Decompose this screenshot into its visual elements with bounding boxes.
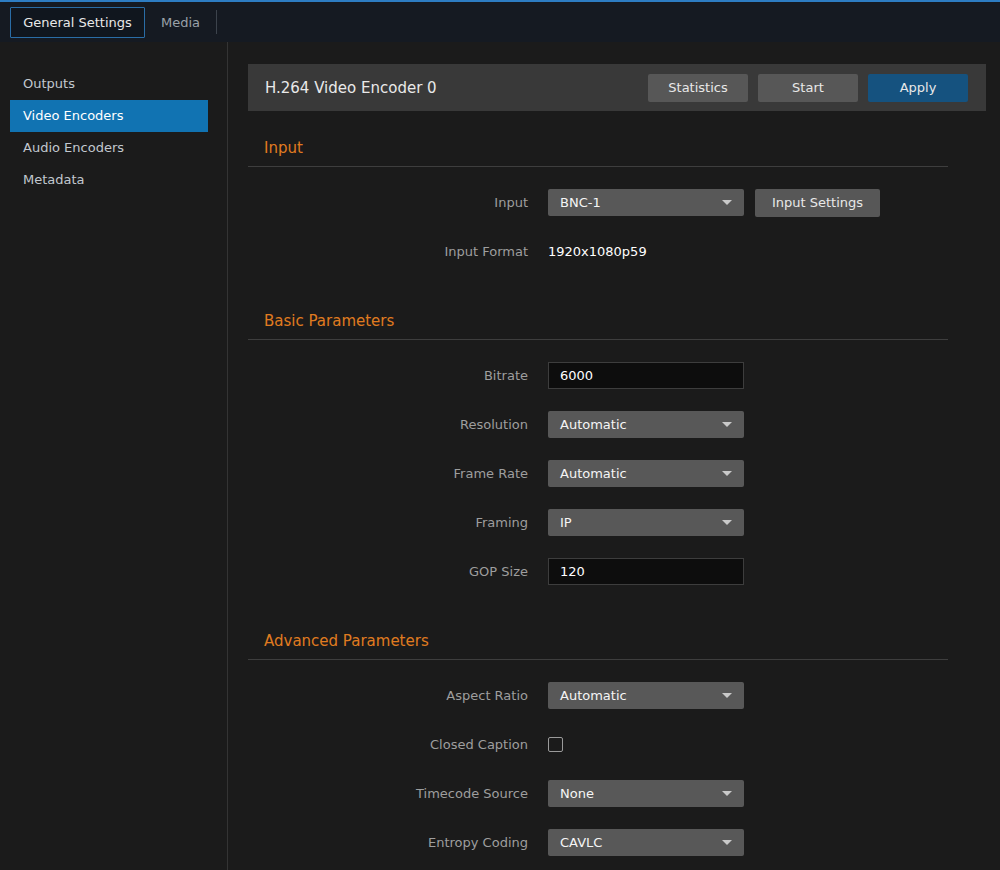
section-divider bbox=[248, 659, 948, 660]
timecode-source-dropdown[interactable]: None bbox=[548, 780, 744, 807]
sidebar: Outputs Video Encoders Audio Encoders Me… bbox=[0, 42, 228, 870]
chevron-down-icon bbox=[722, 422, 732, 427]
closed-caption-label: Closed Caption bbox=[248, 737, 528, 752]
aspect-ratio-row: Aspect Ratio Automatic bbox=[248, 682, 948, 709]
resolution-dropdown[interactable]: Automatic bbox=[548, 411, 744, 438]
basic-parameters-section: Basic Parameters Bitrate Resolution Auto… bbox=[248, 312, 948, 585]
bitrate-label: Bitrate bbox=[248, 368, 528, 383]
framing-row: Framing IP bbox=[248, 509, 948, 536]
basic-parameters-heading: Basic Parameters bbox=[248, 312, 948, 331]
section-divider bbox=[248, 166, 948, 167]
input-format-row: Input Format 1920x1080p59 bbox=[248, 238, 948, 265]
entropy-coding-dropdown-value: CAVLC bbox=[560, 835, 602, 850]
gop-size-label: GOP Size bbox=[248, 564, 528, 579]
advanced-parameters-heading: Advanced Parameters bbox=[248, 632, 948, 651]
aspect-ratio-label: Aspect Ratio bbox=[248, 688, 528, 703]
tab-general-settings[interactable]: General Settings bbox=[10, 7, 145, 38]
page-title: H.264 Video Encoder 0 bbox=[265, 79, 648, 97]
advanced-parameters-section: Advanced Parameters Aspect Ratio Automat… bbox=[248, 632, 948, 856]
chevron-down-icon bbox=[722, 791, 732, 796]
entropy-coding-row: Entropy Coding CAVLC bbox=[248, 829, 948, 856]
frame-rate-label: Frame Rate bbox=[248, 466, 528, 481]
closed-caption-row: Closed Caption bbox=[248, 731, 948, 758]
timecode-source-label: Timecode Source bbox=[248, 786, 528, 801]
frame-rate-row: Frame Rate Automatic bbox=[248, 460, 948, 487]
frame-rate-dropdown-value: Automatic bbox=[560, 466, 627, 481]
top-tab-bar: General Settings Media bbox=[0, 0, 1000, 42]
statistics-button[interactable]: Statistics bbox=[648, 74, 748, 102]
bitrate-input[interactable] bbox=[548, 362, 744, 389]
sidebar-item-metadata[interactable]: Metadata bbox=[10, 164, 208, 196]
sidebar-item-video-encoders[interactable]: Video Encoders bbox=[10, 100, 208, 132]
gop-size-row: GOP Size bbox=[248, 558, 948, 585]
input-section-heading: Input bbox=[248, 139, 948, 158]
apply-button[interactable]: Apply bbox=[868, 74, 968, 102]
tab-media-label: Media bbox=[161, 15, 200, 30]
sidebar-item-audio-encoders[interactable]: Audio Encoders bbox=[10, 132, 208, 164]
input-format-label: Input Format bbox=[248, 244, 528, 259]
entropy-coding-label: Entropy Coding bbox=[248, 835, 528, 850]
aspect-ratio-dropdown-value: Automatic bbox=[560, 688, 627, 703]
resolution-label: Resolution bbox=[248, 417, 528, 432]
encoder-header: H.264 Video Encoder 0 Statistics Start A… bbox=[248, 64, 986, 111]
gop-size-input[interactable] bbox=[548, 558, 744, 585]
chevron-down-icon bbox=[722, 693, 732, 698]
input-settings-button[interactable]: Input Settings bbox=[755, 189, 880, 217]
tab-general-settings-label: General Settings bbox=[23, 15, 132, 30]
resolution-dropdown-value: Automatic bbox=[560, 417, 627, 432]
framing-dropdown-value: IP bbox=[560, 515, 572, 530]
aspect-ratio-dropdown[interactable]: Automatic bbox=[548, 682, 744, 709]
start-button[interactable]: Start bbox=[758, 74, 858, 102]
chevron-down-icon bbox=[722, 200, 732, 205]
chevron-down-icon bbox=[722, 840, 732, 845]
timecode-source-row: Timecode Source None bbox=[248, 780, 948, 807]
input-dropdown[interactable]: BNC-1 bbox=[548, 189, 744, 216]
input-section: Input Input BNC-1 Input Settings Input F… bbox=[248, 139, 948, 265]
frame-rate-dropdown[interactable]: Automatic bbox=[548, 460, 744, 487]
closed-caption-checkbox[interactable] bbox=[548, 737, 563, 752]
section-divider bbox=[248, 339, 948, 340]
input-label: Input bbox=[248, 195, 528, 210]
tab-media[interactable]: Media bbox=[145, 7, 216, 38]
resolution-row: Resolution Automatic bbox=[248, 411, 948, 438]
tab-separator bbox=[216, 10, 217, 34]
input-format-value: 1920x1080p59 bbox=[548, 244, 647, 259]
framing-dropdown[interactable]: IP bbox=[548, 509, 744, 536]
chevron-down-icon bbox=[722, 471, 732, 476]
chevron-down-icon bbox=[722, 520, 732, 525]
main-content: H.264 Video Encoder 0 Statistics Start A… bbox=[248, 42, 1000, 870]
input-row: Input BNC-1 Input Settings bbox=[248, 189, 948, 216]
input-dropdown-value: BNC-1 bbox=[560, 195, 601, 210]
framing-label: Framing bbox=[248, 515, 528, 530]
bitrate-row: Bitrate bbox=[248, 362, 948, 389]
timecode-source-dropdown-value: None bbox=[560, 786, 594, 801]
entropy-coding-dropdown[interactable]: CAVLC bbox=[548, 829, 744, 856]
sidebar-item-outputs[interactable]: Outputs bbox=[10, 68, 208, 100]
